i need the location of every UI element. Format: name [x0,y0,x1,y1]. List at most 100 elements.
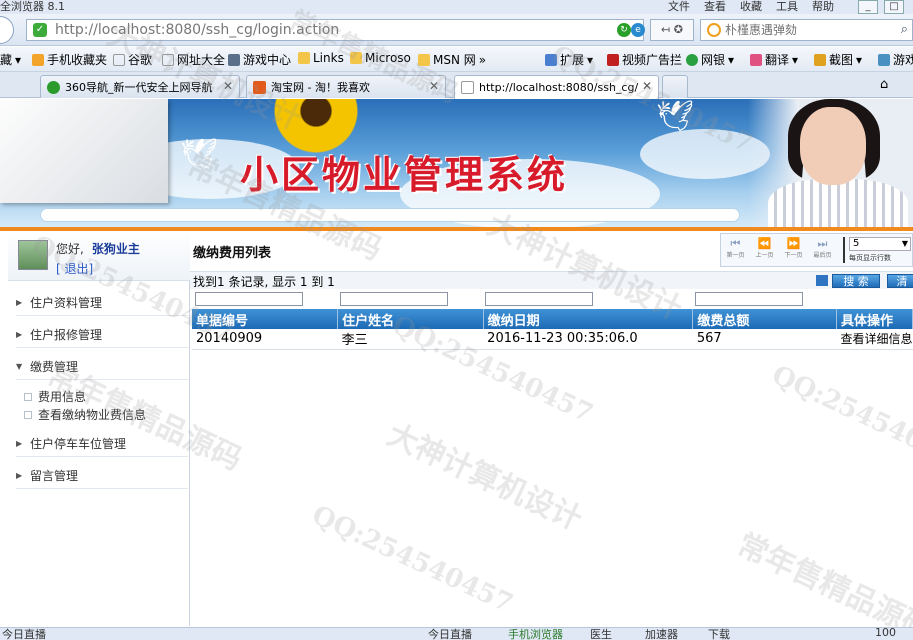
taobao-icon [253,80,266,94]
window-title-bar: 全浏览器 8.1 文件 查看 收藏 工具 帮助 _ □ [0,0,913,14]
favorites-item[interactable]: 网银 ▾ [686,51,734,68]
prev-page-button[interactable]: ⏪ 上一页 [750,234,779,266]
status-live-2[interactable]: 今日直播 [428,628,472,640]
compat-mode-icon[interactable]: e [631,23,645,37]
page-size-select[interactable]: 5 ▼ [849,237,911,251]
first-page-icon: ⏮ [730,237,741,250]
tab-taobao[interactable]: 淘宝网 - 淘！我喜欢 ✕ [246,75,446,98]
search-icon[interactable]: ⌕ [901,22,908,37]
column-header[interactable]: 缴费总额 [692,309,837,329]
bank-icon [686,53,698,66]
list-toolbar: 找到1 条记录, 显示 1 到 1 搜 索 清 [190,271,913,289]
clear-button[interactable]: 清 [887,274,913,288]
column-header[interactable]: 单据编号 [192,309,339,329]
filter-id-input[interactable] [195,292,303,306]
refresh-icon[interactable]: ↻ [617,23,631,37]
tab-360[interactable]: 360导航_新一代安全上网导航 ✕ [40,75,240,98]
user-greeting: 您好, 张狗业主 [56,242,140,256]
sidebar-item-repairs[interactable]: ▶ 住户报修管理 [16,322,188,348]
home-icon[interactable]: ⌂ [880,77,888,92]
close-icon[interactable]: ✕ [223,79,233,93]
search-box[interactable]: ⌕ [700,19,913,41]
translate-icon [750,53,762,66]
filter-name-input[interactable] [340,292,448,306]
logout-link[interactable]: [ 退出] [56,260,93,277]
close-icon[interactable]: ✕ [429,79,439,93]
user-box: 您好, 张狗业主 [ 退出] [8,231,190,281]
menu-file[interactable]: 文件 [668,0,690,14]
globe-icon [47,80,60,94]
sidebar-item-resident-info[interactable]: ▶ 住户资料管理 [16,290,188,316]
column-header[interactable]: 缴纳日期 [483,309,694,329]
favorites-item[interactable]: 视频广告拦 [607,51,682,68]
maximize-button[interactable]: □ [884,0,904,14]
favorites-item[interactable]: 藏 ▾ [0,51,21,68]
search-engine-icon[interactable] [707,23,721,37]
favorites-item[interactable]: 游戏中心 [228,51,291,68]
status-zoom[interactable]: 100 [875,628,896,639]
bullet-icon [24,392,32,401]
favorites-bar: 藏 ▾ 手机收藏夹 谷歌 网址大全 游戏中心 Links Microso MSN … [0,47,913,72]
first-page-button[interactable]: ⏮ 第一页 [721,234,750,266]
sidebar-item-messages[interactable]: ▶ 留言管理 [16,463,188,489]
scissors-icon [814,53,826,66]
search-button[interactable]: 搜 索 [832,274,880,288]
back-button[interactable] [0,16,14,44]
favorites-item[interactable]: 翻译 ▾ [750,51,798,68]
game-icon [878,53,890,66]
sidebar-subitem-view-payments[interactable]: 查看缴纳物业费信息 [24,406,146,423]
export-icon[interactable] [816,275,828,286]
record-count: 找到1 条记录, 显示 1 到 1 [193,275,335,289]
column-header[interactable]: 具体操作 [836,309,913,329]
status-download[interactable]: 下载 [708,628,730,640]
url-field[interactable]: ✓ http://localhost:8080/ssh_cg/login.act… [26,19,645,41]
browser-menu: 文件 查看 收藏 工具 帮助 [668,0,834,14]
address-bar: ✓ http://localhost:8080/ssh_cg/login.act… [0,14,913,46]
favorites-item[interactable]: 谷歌 [113,51,152,68]
filter-date-input[interactable] [485,292,593,306]
page-icon [113,53,125,66]
chevron-right-icon: ▶ [16,439,23,448]
next-page-button[interactable]: ⏩ 下一页 [779,234,808,266]
favorites-item[interactable]: 截图 ▾ [814,51,862,68]
game-icon [228,53,240,66]
pager: ⏮ 第一页 ⏪ 上一页 ⏩ 下一页 ⏭ 最后页 5 ▼ 每页显示行数 [720,233,913,267]
favorites-item[interactable]: 扩展 ▾ [545,51,593,68]
close-icon[interactable]: ✕ [642,79,652,93]
menu-tools[interactable]: 工具 [776,0,798,14]
last-page-icon: ⏭ [817,237,828,250]
search-input[interactable] [725,23,875,37]
favorites-item[interactable]: 游戏 [878,51,913,68]
favorites-item[interactable]: Links [298,51,344,65]
minimize-button[interactable]: _ [858,0,878,14]
new-tab-button[interactable] [662,75,688,98]
sidebar-item-payments[interactable]: ▼ 缴费管理 [16,354,188,380]
filter-amount-input[interactable] [695,292,803,306]
cell-amount: 567 [692,329,837,350]
column-header[interactable]: 住户姓名 [337,309,484,329]
page-icon [162,53,174,66]
bullet-icon [24,410,32,419]
banner-decoration [40,208,740,222]
sidebar-subitem-fee-info[interactable]: 费用信息 [24,388,86,405]
page-icon [461,81,474,94]
chevron-down-icon: ▼ [16,362,23,371]
status-live[interactable]: 今日直播 [2,628,46,640]
cell-date: 2016-11-23 00:35:06.0 [483,329,693,350]
status-mobile-browser[interactable]: 手机浏览器 [508,628,563,640]
favorites-item[interactable]: Microso [350,51,411,65]
navigation-buttons[interactable]: ↤ ✪ [650,19,694,41]
status-doctor[interactable]: 医生 [590,628,612,640]
status-accelerator[interactable]: 加速器 [645,628,678,640]
last-page-button[interactable]: ⏭ 最后页 [808,234,837,266]
menu-view[interactable]: 查看 [704,0,726,14]
menu-favorites[interactable]: 收藏 [740,0,762,14]
menu-help[interactable]: 帮助 [812,0,834,14]
sidebar-item-parking[interactable]: ▶ 住户停车车位管理 [16,431,188,457]
tab-localhost[interactable]: http://localhost:8080/ssh_cg/ ✕ [454,75,659,99]
favorites-item[interactable]: 网址大全 [162,51,225,68]
chevron-right-icon: ▶ [16,330,23,339]
favorites-item[interactable]: 手机收藏夹 [32,51,107,68]
view-details-link[interactable]: 查看详细信息 [836,329,913,350]
favorites-item[interactable]: MSN 网» [418,51,486,68]
